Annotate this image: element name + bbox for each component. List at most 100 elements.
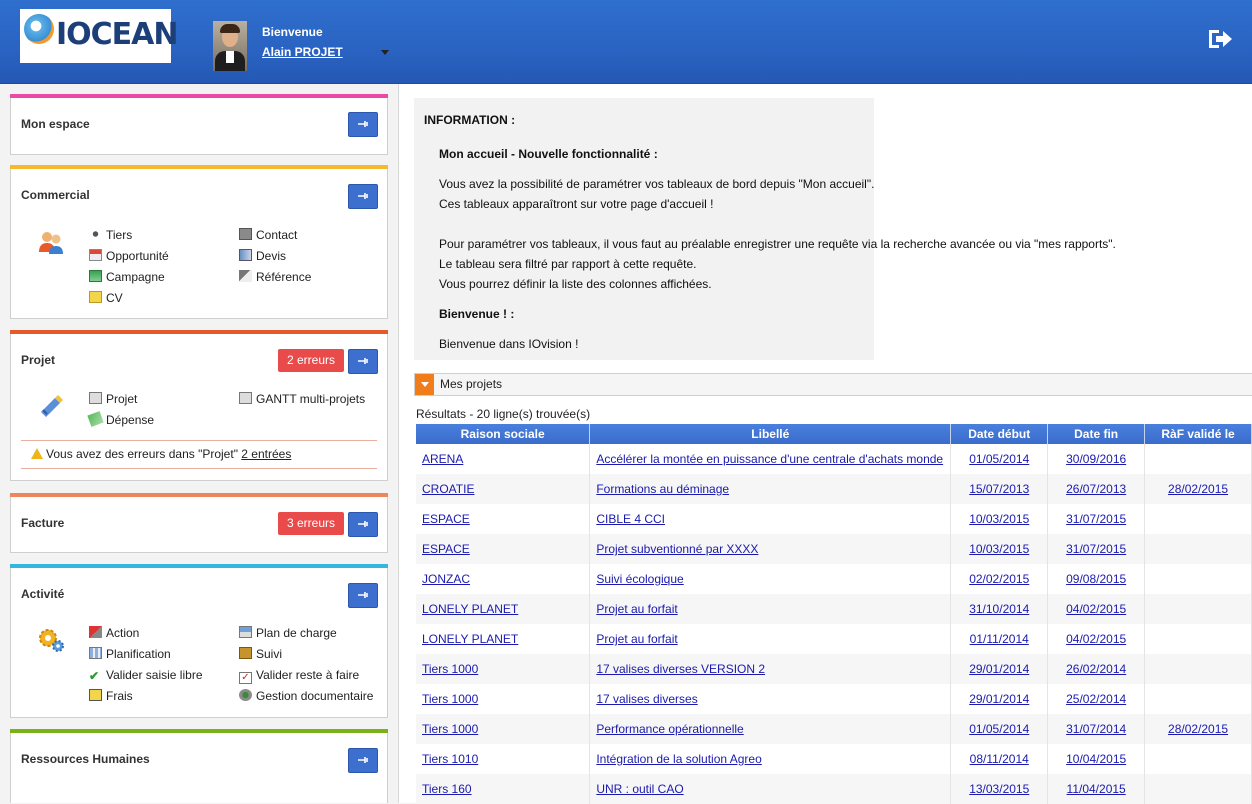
pin-button[interactable] — [348, 349, 378, 374]
libelle-link[interactable]: Performance opérationnelle — [596, 722, 743, 736]
pin-button[interactable] — [348, 512, 378, 537]
menu-item-contact[interactable]: Contact — [239, 228, 297, 242]
date-fin-link[interactable]: 31/07/2014 — [1066, 722, 1126, 736]
column-header-date-fin[interactable]: Date fin — [1047, 424, 1146, 444]
libelle-link[interactable]: Projet au forfait — [596, 602, 677, 616]
date-fin-link[interactable]: 26/07/2013 — [1066, 482, 1126, 496]
column-header-libelle[interactable]: Libellé — [589, 424, 952, 444]
libelle-link[interactable]: Projet subventionné par XXXX — [596, 542, 758, 556]
column-header-date-debut[interactable]: Date début — [950, 424, 1049, 444]
errors-badge-button[interactable]: 2 erreurs — [278, 349, 344, 372]
pin-button[interactable] — [348, 184, 378, 209]
depense-icon — [87, 411, 104, 427]
menu-item-valider-reste-a-faire[interactable]: ✓ Valider reste à faire — [239, 668, 359, 684]
date-debut-link[interactable]: 01/05/2014 — [969, 452, 1029, 466]
menu-item-action[interactable]: Action — [89, 626, 139, 640]
menu-item-reference[interactable]: Référence — [239, 270, 311, 284]
date-debut-link[interactable]: 29/01/2014 — [969, 662, 1029, 676]
table-cell: 13/03/2015 — [950, 774, 1049, 804]
libelle-link[interactable]: 17 valises diverses — [596, 692, 697, 706]
campaign-icon — [89, 270, 102, 282]
menu-item-cv[interactable]: CV — [89, 291, 123, 305]
date-fin-link[interactable]: 11/04/2015 — [1067, 782, 1126, 796]
raison-sociale-link[interactable]: LONELY PLANET — [422, 602, 518, 616]
libelle-link[interactable]: 17 valises diverses VERSION 2 — [596, 662, 765, 676]
date-debut-link[interactable]: 10/03/2015 — [969, 512, 1029, 526]
menu-item-campagne[interactable]: Campagne — [89, 270, 165, 284]
user-menu-caret-icon[interactable] — [381, 50, 389, 55]
date-debut-link[interactable]: 13/03/2015 — [969, 782, 1029, 796]
planification-icon — [89, 647, 102, 659]
libelle-link[interactable]: Formations au déminage — [596, 482, 729, 496]
raf-valide-link[interactable]: 28/02/2015 — [1168, 482, 1228, 496]
date-debut-link[interactable]: 01/11/2014 — [970, 632, 1029, 646]
menu-item-suivi[interactable]: Suivi — [239, 647, 282, 661]
logout-icon[interactable] — [1206, 27, 1234, 51]
date-debut-link[interactable]: 08/11/2014 — [970, 752, 1029, 766]
libelle-link[interactable]: UNR : outil CAO — [596, 782, 683, 796]
table-cell: ESPACE — [416, 504, 591, 534]
error-entries-link[interactable]: 2 entrées — [241, 447, 291, 461]
raison-sociale-link[interactable]: ESPACE — [422, 512, 470, 526]
table-row: CROATIE Formations au déminage 15/07/2013 2… — [416, 474, 1252, 504]
date-fin-link[interactable]: 09/08/2015 — [1066, 572, 1126, 586]
menu-item-plan-de-charge[interactable]: Plan de charge — [239, 626, 337, 640]
date-fin-link[interactable]: 10/04/2015 — [1066, 752, 1126, 766]
table-cell — [1144, 654, 1252, 684]
menu-item-depense[interactable]: Dépense — [87, 411, 154, 427]
date-fin-link[interactable]: 04/02/2015 — [1066, 632, 1126, 646]
libelle-link[interactable]: Suivi écologique — [596, 572, 683, 586]
collapse-toggle-icon[interactable] — [415, 374, 434, 395]
raison-sociale-link[interactable]: CROATIE — [422, 482, 474, 496]
menu-item-opportunite[interactable]: Opportunité — [89, 249, 169, 263]
date-debut-link[interactable]: 29/01/2014 — [969, 692, 1029, 706]
menu-item-valider-saisie-libre[interactable]: ✔ Valider saisie libre — [89, 668, 203, 682]
libelle-link[interactable]: Intégration de la solution Agreo — [596, 752, 761, 766]
table-cell: 28/02/2015 — [1144, 714, 1252, 744]
raison-sociale-link[interactable]: ESPACE — [422, 542, 470, 556]
raison-sociale-link[interactable]: Tiers 160 — [422, 782, 472, 796]
date-fin-link[interactable]: 30/09/2016 — [1066, 452, 1126, 466]
date-fin-link[interactable]: 04/02/2015 — [1066, 602, 1126, 616]
errors-badge-button[interactable]: 3 erreurs — [278, 512, 344, 535]
date-debut-link[interactable]: 02/02/2015 — [969, 572, 1029, 586]
raf-valide-link[interactable]: 28/02/2015 — [1168, 722, 1228, 736]
info-line: Ces tableaux apparaîtront sur votre page… — [439, 197, 714, 211]
raison-sociale-link[interactable]: Tiers 1000 — [422, 662, 478, 676]
column-header-raison-sociale[interactable]: Raison sociale — [416, 424, 591, 444]
table-cell — [1144, 534, 1252, 564]
date-debut-link[interactable]: 15/07/2013 — [969, 482, 1029, 496]
libelle-link[interactable]: Projet au forfait — [596, 632, 677, 646]
pin-button[interactable] — [348, 583, 378, 608]
pin-button[interactable] — [348, 112, 378, 137]
date-fin-link[interactable]: 26/02/2014 — [1066, 662, 1126, 676]
libelle-link[interactable]: CIBLE 4 CCI — [596, 512, 665, 526]
raison-sociale-link[interactable]: Tiers 1000 — [422, 722, 478, 736]
menu-item-devis[interactable]: Devis — [239, 249, 286, 263]
pin-button[interactable] — [348, 748, 378, 773]
menu-item-projet[interactable]: Projet — [89, 392, 137, 406]
table-row: LONELY PLANET Projet au forfait 01/11/2014… — [416, 624, 1252, 654]
menu-item-gantt[interactable]: GANTT multi-projets — [239, 392, 365, 406]
column-header-raf-valide[interactable]: RàF validé le — [1144, 424, 1252, 444]
info-line: Pour paramétrer vos tableaux, il vous fa… — [439, 237, 1116, 251]
date-fin-link[interactable]: 31/07/2015 — [1066, 512, 1126, 526]
raison-sociale-link[interactable]: Tiers 1010 — [422, 752, 478, 766]
user-name-link[interactable]: Alain PROJET — [262, 45, 343, 59]
menu-item-planification[interactable]: Planification — [89, 647, 171, 661]
user-avatar[interactable] — [213, 21, 247, 71]
date-fin-link[interactable]: 31/07/2015 — [1066, 542, 1126, 556]
raison-sociale-link[interactable]: JONZAC — [422, 572, 470, 586]
raison-sociale-link[interactable]: Tiers 1000 — [422, 692, 478, 706]
menu-item-tiers[interactable]: Tiers — [89, 228, 132, 242]
date-debut-link[interactable]: 10/03/2015 — [969, 542, 1029, 556]
menu-item-frais[interactable]: Frais — [89, 689, 133, 703]
date-debut-link[interactable]: 31/10/2014 — [969, 602, 1029, 616]
raison-sociale-link[interactable]: LONELY PLANET — [422, 632, 518, 646]
date-fin-link[interactable]: 25/02/2014 — [1066, 692, 1126, 706]
app-logo[interactable]: IOCEAN — [20, 9, 178, 63]
menu-item-gestion-documentaire[interactable]: Gestion documentaire — [239, 689, 373, 703]
date-debut-link[interactable]: 01/05/2014 — [969, 722, 1029, 736]
libelle-link[interactable]: Accélérer la montée en puissance d'une c… — [596, 452, 943, 466]
raison-sociale-link[interactable]: ARENA — [422, 452, 463, 466]
